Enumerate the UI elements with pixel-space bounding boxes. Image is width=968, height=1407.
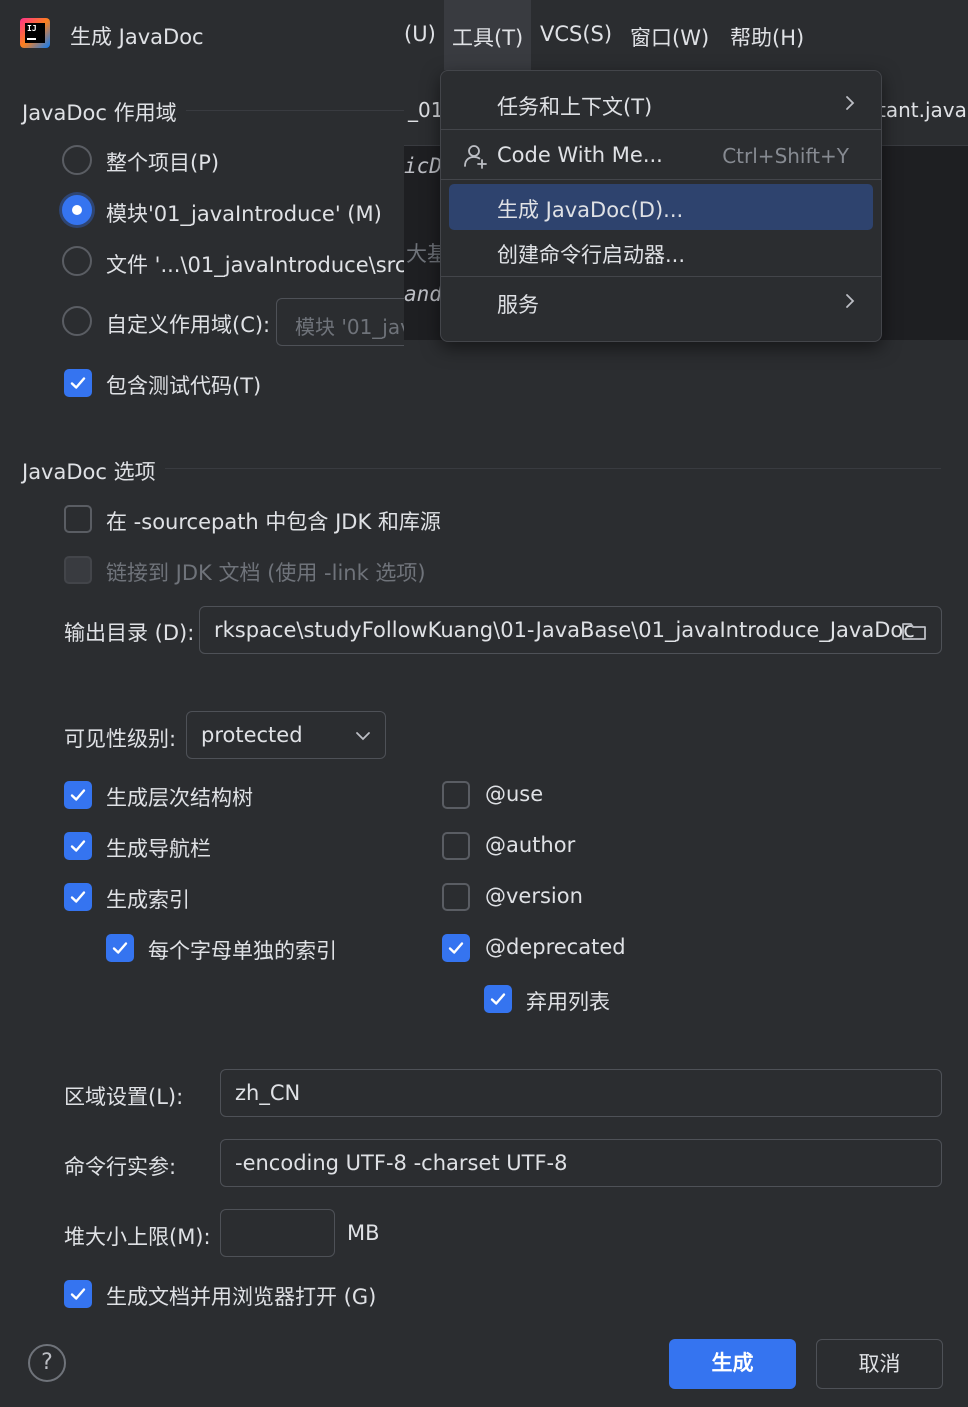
checkbox-tag-version-label: @version: [485, 884, 583, 908]
cancel-button[interactable]: 取消: [816, 1339, 943, 1389]
checkbox-tag-version[interactable]: [442, 883, 470, 911]
locale-value: zh_CN: [235, 1081, 301, 1105]
dialog-titlebar: IJ 生成 JavaDoc: [0, 0, 404, 70]
checkbox-include-tests-label: 包含测试代码(T): [106, 374, 262, 398]
menu-item-label: 服务: [497, 293, 539, 317]
section-divider: [186, 110, 404, 111]
menu-item-label: 任务和上下文(T): [497, 95, 653, 119]
radio-whole-project-label: 整个项目(P): [106, 151, 220, 175]
menu-item-code-with-me[interactable]: Code With Me... Ctrl+Shift+Y: [449, 133, 873, 179]
check-icon: [70, 1288, 86, 1300]
radio-file-label: 文件 '...\01_javaIntroduce\src\: [106, 253, 404, 277]
menu-item-label: Code With Me...: [497, 143, 663, 167]
checkbox-open-browser-label: 生成文档并用浏览器打开 (G): [106, 1285, 377, 1309]
menu-item-generate-javadoc[interactable]: 生成 JavaDoc(D)...: [449, 184, 873, 230]
output-dir-label: 输出目录 (D):: [64, 621, 195, 645]
heap-label: 堆大小上限(M):: [64, 1225, 211, 1249]
checkbox-nav-bar[interactable]: [64, 832, 92, 860]
menu-item-create-cli-launcher[interactable]: 创建命令行启动器...: [449, 229, 873, 275]
checkbox-tag-deprecated-label: @deprecated: [485, 935, 626, 959]
generate-button[interactable]: 生成: [669, 1339, 796, 1389]
checkbox-tag-deprecated[interactable]: [442, 934, 470, 962]
menu-separator: [441, 276, 881, 277]
check-icon: [490, 993, 506, 1005]
radio-module[interactable]: [62, 195, 92, 225]
locale-label: 区域设置(L):: [64, 1085, 184, 1109]
radio-custom-scope[interactable]: [62, 306, 92, 336]
options-section-title: JavaDoc 选项: [22, 460, 156, 484]
chevron-right-icon: [846, 96, 855, 110]
check-icon: [70, 377, 86, 389]
check-icon: [112, 942, 128, 954]
radio-file[interactable]: [62, 246, 92, 276]
checkbox-per-letter-index-label: 每个字母单独的索引: [148, 939, 337, 963]
visibility-value: protected: [201, 723, 303, 747]
checkbox-include-jdk-sourcepath-label: 在 -sourcepath 中包含 JDK 和库源: [106, 510, 441, 534]
checkbox-hierarchy-tree-label: 生成层次结构树: [106, 786, 253, 810]
cmd-args-input[interactable]: -encoding UTF-8 -charset UTF-8: [220, 1139, 942, 1187]
radio-module-label: 模块'01_javaIntroduce' (M): [106, 202, 382, 226]
chevron-down-icon: [356, 732, 370, 741]
visibility-select[interactable]: protected: [186, 711, 386, 759]
check-icon: [70, 891, 86, 903]
section-divider: [165, 468, 941, 469]
menu-item-label: 生成 JavaDoc(D)...: [497, 198, 684, 222]
checkbox-include-jdk-sourcepath[interactable]: [64, 505, 92, 533]
tools-dropdown-menu: 任务和上下文(T) Code With Me... Ctrl+Shift+Y 生…: [440, 70, 882, 342]
cmd-args-value: -encoding UTF-8 -charset UTF-8: [235, 1151, 568, 1175]
checkbox-tag-use[interactable]: [442, 781, 470, 809]
checkbox-index-label: 生成索引: [106, 888, 190, 912]
menu-item-label: 创建命令行启动器...: [497, 243, 686, 267]
checkbox-hierarchy-tree[interactable]: [64, 781, 92, 809]
output-dir-input[interactable]: rkspace\studyFollowKuang\01-JavaBase\01_…: [199, 606, 942, 654]
heap-input[interactable]: [220, 1209, 335, 1257]
checkbox-per-letter-index[interactable]: [106, 934, 134, 962]
check-icon: [448, 942, 464, 954]
menu-item-services[interactable]: 服务: [449, 279, 873, 325]
checkbox-tag-author[interactable]: [442, 832, 470, 860]
dialog-title: 生成 JavaDoc: [70, 25, 204, 49]
checkbox-nav-bar-label: 生成导航栏: [106, 837, 211, 861]
menu-item-tasks-context[interactable]: 任务和上下文(T): [449, 81, 873, 127]
scope-section-title: JavaDoc 作用域: [22, 101, 177, 125]
intellij-logo-icon: IJ: [20, 18, 50, 48]
menu-separator: [441, 129, 881, 130]
radio-custom-scope-label: 自定义作用域(C):: [106, 313, 271, 337]
menu-separator: [441, 179, 881, 180]
checkbox-deprecated-list[interactable]: [484, 985, 512, 1013]
checkbox-index[interactable]: [64, 883, 92, 911]
user-plus-icon: [464, 145, 487, 169]
checkbox-link-jdk-docs: [64, 556, 92, 584]
checkbox-link-jdk-docs-label: 链接到 JDK 文档 (使用 -link 选项): [106, 561, 426, 585]
custom-scope-placeholder: 模块 '01_jav: [295, 315, 404, 339]
help-icon[interactable]: ?: [28, 1344, 66, 1382]
checkbox-tag-author-label: @author: [485, 833, 576, 857]
custom-scope-select[interactable]: 模块 '01_jav: [276, 298, 404, 346]
check-icon: [70, 789, 86, 801]
checkbox-deprecated-list-label: 弃用列表: [526, 990, 610, 1014]
check-icon: [70, 840, 86, 852]
folder-icon[interactable]: [901, 620, 927, 642]
locale-input[interactable]: zh_CN: [220, 1069, 942, 1117]
output-dir-value: rkspace\studyFollowKuang\01-JavaBase\01_…: [214, 618, 915, 642]
heap-unit-label: MB: [347, 1221, 380, 1245]
checkbox-tag-use-label: @use: [485, 782, 544, 806]
cmd-args-label: 命令行实参:: [64, 1155, 177, 1179]
menu-item-shortcut: Ctrl+Shift+Y: [722, 144, 849, 168]
visibility-label: 可见性级别:: [64, 727, 177, 751]
radio-whole-project[interactable]: [62, 145, 92, 175]
chevron-right-icon: [846, 294, 855, 308]
checkbox-include-tests[interactable]: [64, 369, 92, 397]
checkbox-open-browser[interactable]: [64, 1280, 92, 1308]
